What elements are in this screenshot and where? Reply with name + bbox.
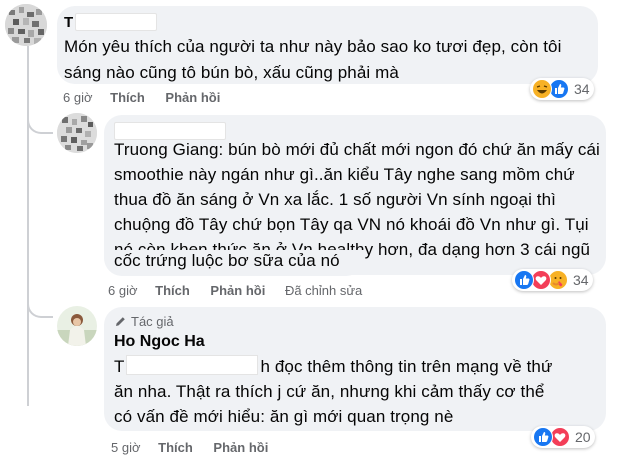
thread-branch-1 <box>27 110 53 134</box>
comment-bubble: T Món yêu thích của người ta như này bảo… <box>57 6 598 84</box>
like-button[interactable]: Thích <box>110 90 145 106</box>
pencil-icon <box>116 317 125 326</box>
thread-branch-2 <box>27 296 53 318</box>
reply-actions: 6 giờ Thích Phản hồi Đã chỉnh sửa <box>108 283 362 299</box>
author-reply-actions: 5 giờ Thích Phản hồi <box>111 440 268 456</box>
comment-text-line: sáng nào cũng tô bún bò, xấu cũng phải m… <box>64 63 399 82</box>
author-badge-label: Tác giả <box>131 314 174 329</box>
reply-time[interactable]: 6 giờ <box>108 283 138 299</box>
mention-start[interactable]: T <box>114 357 124 376</box>
like-button[interactable]: Thích <box>155 283 190 299</box>
edited-label: Đã chỉnh sửa <box>284 283 363 298</box>
like-icon <box>533 427 553 447</box>
haha-icon <box>532 79 552 99</box>
reply-button[interactable]: Phản hồi <box>213 440 268 456</box>
author-text-line: Th đọc thêm thông tin trên mạng về thứ <box>114 354 552 379</box>
reply-text-line: smoothie này ngán như gì..ăn kiểu Tây ng… <box>114 165 575 184</box>
author-name[interactable]: Ho Ngoc Ha <box>114 333 205 351</box>
like-icon <box>549 79 569 99</box>
replier-avatar[interactable] <box>57 113 97 153</box>
reaction-summary[interactable]: 34 <box>512 269 593 291</box>
reply-button[interactable]: Phản hồi <box>165 90 220 106</box>
author-avatar[interactable] <box>57 306 97 346</box>
reaction-summary[interactable]: 20 <box>531 426 595 448</box>
author-badge: Tác giả <box>114 314 174 329</box>
commenter-avatar[interactable] <box>5 4 47 46</box>
thread-line <box>27 46 29 406</box>
name-redaction <box>75 13 157 31</box>
reply-text-line: thua đồ ăn sáng ở Vn xa lắc. 1 số người … <box>114 190 556 209</box>
reaction-count: 20 <box>575 429 591 445</box>
author-text-tail: h đọc thêm thông tin trên mạng về thứ <box>260 357 553 376</box>
comment-actions: 6 giờ Thích Phản hồi <box>63 90 220 106</box>
love-icon <box>531 270 551 290</box>
author-text-line: ăn nha. Thật ra thích j cứ ăn, nhưng khi… <box>114 382 545 401</box>
author-reply-time[interactable]: 5 giờ <box>111 440 141 456</box>
like-button[interactable]: Thích <box>158 440 193 456</box>
love-icon <box>550 427 570 447</box>
reply-text-line: chuộng đồ Tây chứ bọn Tây qa VN nó khoái… <box>114 215 589 234</box>
reply-button[interactable]: Phản hồi <box>210 283 265 299</box>
comment-time[interactable]: 6 giờ <box>63 90 93 106</box>
author-reply-bubble: Tác giả Ho Ngoc Ha Th đọc thêm thông tin… <box>104 307 606 431</box>
reply-text-line: cốc trứng luộc bơ sữa của nó <box>114 251 340 270</box>
like-icon <box>514 270 534 290</box>
commenter-name[interactable]: T <box>64 14 73 32</box>
mention-redaction <box>126 355 259 375</box>
reaction-count: 34 <box>574 81 590 97</box>
reaction-summary[interactable]: 34 <box>530 78 594 100</box>
comment-text-line: Món yêu thích của người ta như này bảo s… <box>64 37 562 56</box>
care-icon <box>548 270 568 290</box>
author-text-line: có vấn đề mới hiểu: ăn gì mới quan trọng… <box>114 407 454 426</box>
reply-text-line: Truong Giang: bún bò mới đủ chất mới ngo… <box>114 140 600 159</box>
reaction-count: 34 <box>573 272 589 288</box>
